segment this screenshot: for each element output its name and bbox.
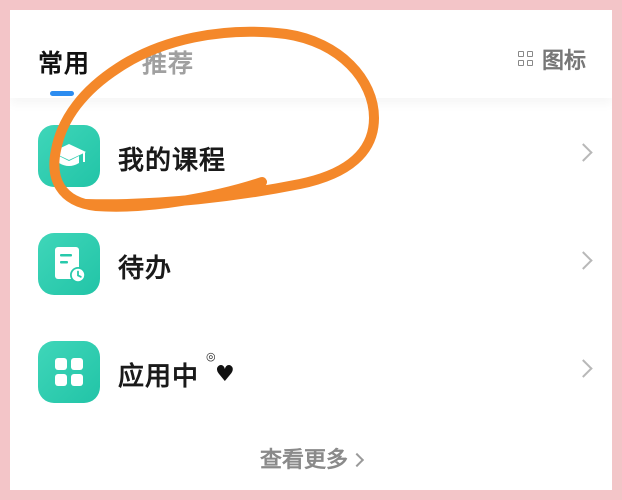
shortcuts-card: 常用 推荐 图标 我的课程 待办 应用中 ◎ ♥ 查看更多 — [10, 10, 612, 490]
tab-recommended[interactable]: 推荐 — [142, 44, 194, 80]
icon-view-toggle[interactable]: 图标 — [517, 44, 586, 74]
app-grid-icon — [38, 341, 100, 403]
chevron-right-icon — [349, 452, 365, 468]
chevron-right-icon — [574, 359, 593, 378]
tab-frequent[interactable]: 常用 — [38, 44, 90, 80]
list-item-my-courses[interactable]: 我的课程 — [10, 110, 612, 200]
list-item-todo[interactable]: 待办 — [10, 218, 612, 308]
view-more-link[interactable]: 查看更多 — [10, 442, 612, 474]
list-item-label: 待办 — [118, 254, 173, 284]
chevron-right-icon — [574, 143, 593, 162]
heart-icon: ♥ — [215, 362, 235, 387]
list-item-apps[interactable]: 应用中 ◎ ♥ — [10, 326, 612, 416]
tab-bar: 常用 推荐 图标 — [10, 10, 612, 98]
list-item-label: 应用中 — [118, 362, 200, 392]
grid-icon — [517, 51, 534, 67]
chevron-right-icon — [574, 251, 593, 270]
graduation-cap-icon — [38, 125, 100, 187]
active-tab-indicator — [50, 91, 74, 96]
icon-view-label: 图标 — [541, 49, 586, 74]
view-more-label: 查看更多 — [259, 448, 348, 473]
list-item-label: 我的课程 — [118, 146, 227, 176]
document-clock-icon — [38, 233, 100, 295]
